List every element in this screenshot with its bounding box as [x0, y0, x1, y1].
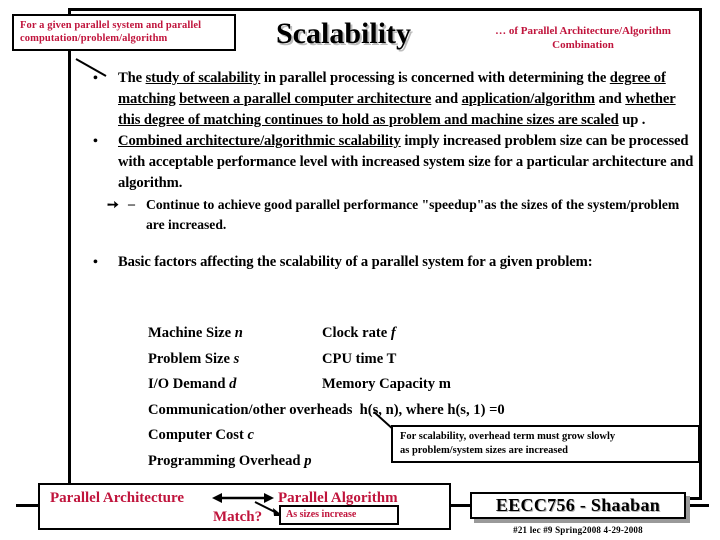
page-title: Scalability	[276, 17, 412, 50]
right-arrow-icon: ➙	[107, 198, 119, 213]
factor-left-label: Problem Size	[148, 350, 234, 367]
factor-left-cell: Problem Size s	[148, 347, 322, 373]
given-system-callout: For a given parallel system and parallel…	[12, 14, 236, 51]
factor-left-label: Communication/other overheads	[148, 401, 353, 418]
factor-right-cell: Clock rate f	[322, 321, 682, 347]
bullet-text: Basic factors affecting the scalability …	[118, 254, 593, 270]
factor-left-variable: c	[247, 427, 254, 443]
bullet-marker: •	[93, 134, 98, 149]
factor-left-variable: n	[234, 325, 243, 341]
factor-row: Communication/other overheads h(s, n), w…	[148, 398, 688, 424]
factor-row: Problem Size s CPU time T	[148, 347, 688, 373]
factor-left-label: I/O Demand	[148, 376, 230, 392]
page-subtitle-line-1: … of Parallel Architecture/Algorithm	[495, 25, 671, 37]
sub-bullet-text: Continue to achieve good parallel perfor…	[146, 197, 680, 232]
b1-seg2: study of scalability	[145, 70, 261, 86]
factor-right-label: CPU time T	[322, 350, 397, 367]
b1-seg8: application/algorithm	[461, 91, 595, 107]
bullet-marker: •	[93, 255, 98, 270]
connector-line-left	[16, 504, 40, 507]
factor-left-variable: p	[304, 452, 312, 469]
factor-left-cell: Communication/other overheads	[148, 398, 360, 424]
b1-seg11: up .	[618, 112, 646, 128]
factor-right-variable: f	[390, 325, 396, 341]
slide-canvas: For a given parallel system and parallel…	[0, 0, 720, 540]
bullet-item-basic-factors: • Basic factors affecting the scalabilit…	[80, 252, 694, 273]
factor-right-label: Memory Capacity m	[322, 376, 451, 392]
factor-left-cell: I/O Demand d	[148, 372, 322, 398]
as-sizes-increase-callout: As sizes increase	[279, 505, 399, 525]
connector-line-right	[687, 504, 709, 507]
page-subtitle-line-2: Combination	[552, 39, 614, 51]
bullet-text: The study of scalability in parallel pro…	[118, 70, 676, 128]
factor-left-label: Computer Cost	[148, 427, 248, 443]
factor-right-label: Clock rate	[322, 325, 391, 341]
factor-right-cell: h(s, n), where h(s, 1) =0	[360, 398, 688, 424]
page-subtitle: … of Parallel Architecture/Algorithm Com…	[458, 24, 708, 52]
factor-left-cell: Machine Size n	[148, 321, 322, 347]
frame-top-border	[68, 8, 702, 11]
given-callout-leader-line	[75, 58, 107, 77]
factor-left-cell: Programming Overhead p	[148, 449, 322, 475]
factor-row: I/O Demand d Memory Capacity m	[148, 372, 688, 398]
factor-right-cell: Memory Capacity m	[322, 372, 682, 398]
as-sizes-increase-label: As sizes increase	[286, 509, 357, 520]
bullet-text: Combined architecture/algorithmic scalab…	[118, 133, 693, 191]
overhead-note-callout: For scalability, overhead term must grow…	[391, 425, 700, 463]
bullet-item-study-of-scalability: • The study of scalability in parallel p…	[80, 68, 694, 131]
parallel-architecture-label: Parallel Architecture	[50, 490, 184, 506]
b1-seg3: in parallel processing is concerned with…	[260, 70, 610, 86]
bullet-item-combined-scalability: • Combined architecture/algorithmic scal…	[80, 131, 694, 194]
slide-body: • The study of scalability in parallel p…	[80, 68, 694, 273]
b2-seg1: Combined architecture/algorithmic scalab…	[118, 133, 401, 149]
factor-left-label: Programming Overhead	[148, 452, 305, 469]
sub-bullet-continue-speedup: ➙ – Continue to achieve good parallel pe…	[80, 195, 694, 235]
factor-left-cell: Computer Cost c	[148, 423, 322, 449]
factor-row: Machine Size n Clock rate f	[148, 321, 688, 347]
overhead-note-line-2: as problem/system sizes are increased	[400, 444, 568, 456]
factor-right-cell: CPU time T	[322, 347, 682, 373]
given-callout-line-1: For a given parallel system and parallel	[20, 20, 202, 31]
course-signature-box: EECC756 - Shaaban	[470, 492, 686, 519]
slide-footer-meta: #21 lec #9 Spring2008 4-29-2008	[513, 525, 643, 535]
overhead-note-line-1: For scalability, overhead term must grow…	[400, 431, 616, 442]
factor-left-variable: s	[233, 350, 240, 367]
sub-bullet-marker: –	[128, 197, 135, 212]
factor-left-variable: d	[229, 376, 237, 392]
frame-left-border	[68, 8, 71, 500]
b1-seg7: and	[431, 91, 462, 107]
given-callout-line-2: computation/problem/algorithm	[20, 33, 168, 44]
b1-seg1: The	[118, 70, 146, 86]
factor-left-label: Machine Size	[148, 325, 235, 341]
b1-seg6: between a parallel computer architecture	[179, 91, 432, 107]
course-signature-label: EECC756 - Shaaban	[495, 495, 661, 515]
b1-seg9: and	[594, 91, 626, 107]
